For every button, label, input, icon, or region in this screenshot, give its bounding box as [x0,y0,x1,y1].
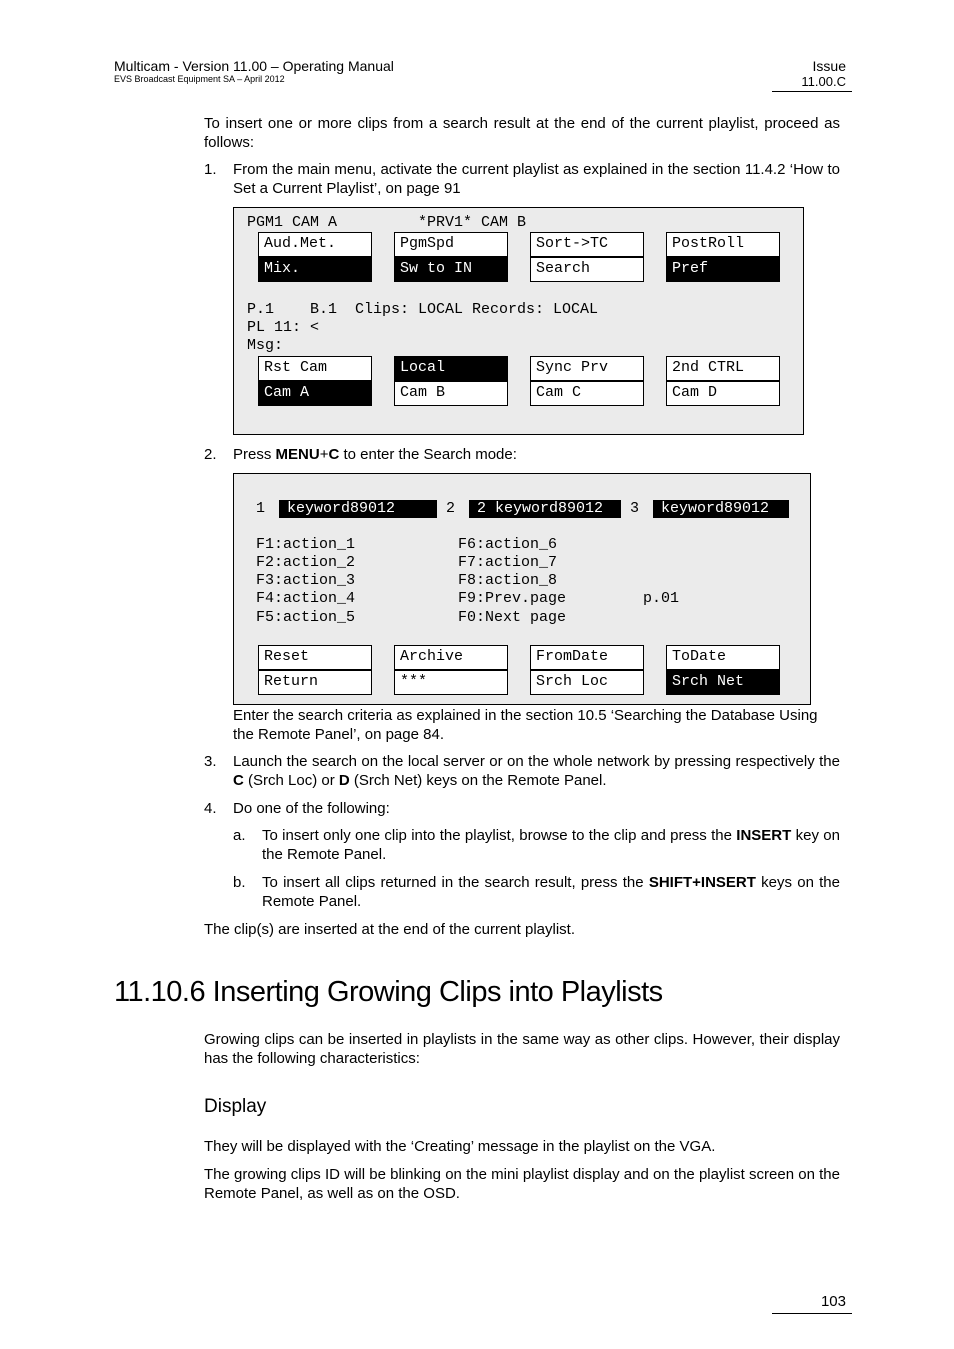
action-f6: F6:action_6 [458,536,558,553]
action-f5: F5:action_5 [256,609,356,626]
status-line-playlist: PL 11: < [247,319,320,336]
page-indicator: p.01 [643,590,680,607]
step-text-part: (Srch Loc) or [243,772,339,789]
key-mix[interactable]: Mix. [258,257,372,282]
step-text: From the main menu, activate the current… [233,161,840,197]
keyword-field-1[interactable]: keyword89012 [279,500,437,518]
step-number: 3. [204,753,217,770]
section-intro: Growing clips can be inserted in playlis… [204,1031,840,1067]
key-return[interactable]: Return [258,670,372,695]
substep-letter: b. [233,874,246,891]
section-heading: 11.10.6 Inserting Growing Clips into Pla… [114,976,663,1008]
keyword-index-3: 3 [630,500,640,517]
key-archive[interactable]: Archive [394,645,508,670]
key-pgmspd[interactable]: PgmSpd [394,232,508,257]
key-2nd-ctrl[interactable]: 2nd CTRL [666,356,780,381]
key-rst-cam[interactable]: Rst Cam [258,356,372,381]
display-paragraph-1: They will be displayed with the ‘Creatin… [204,1138,716,1155]
key-cam-c[interactable]: Cam C [530,381,644,406]
keyword-field-2[interactable]: 2 keyword89012 [469,500,621,518]
step-text: Press MENU+C to enter the Search mode: [233,445,840,464]
issue-value: 11.00.C [801,74,846,89]
key-sort-tc[interactable]: Sort->TC [530,232,644,257]
step-text-part: (Srch Net) keys on the Remote Panel. [349,772,607,789]
action-f3: F3:action_3 [256,572,356,589]
footer-rule [772,1313,852,1314]
key-name-insert: INSERT [736,827,792,844]
key-reset[interactable]: Reset [258,645,372,670]
subsection-heading: Display [204,1096,267,1117]
remote-panel-screen-search: 1 keyword89012 2 2 keyword89012 3 keywor… [233,473,811,705]
key-name-shift-insert: SHIFT+INSERT [648,874,756,891]
issue-label: Issue [812,58,846,74]
status-line-clips: P.1 B.1 Clips: LOCAL Records: LOCAL [247,301,599,318]
key-postroll[interactable]: PostRoll [666,232,780,257]
intro-paragraph: To insert one or more clips from a searc… [204,115,840,151]
step-number: 2. [204,446,217,463]
page-number: 103 [820,1293,846,1310]
status-line-msg: Msg: [247,337,284,354]
key-srch-net[interactable]: Srch Net [666,670,780,695]
step-text-part: to enter the Search mode: [339,446,517,463]
search-criteria-note: Enter the search criteria as explained i… [233,707,818,743]
screen-top-line: PGM1 CAM A *PRV1* CAM B [247,214,527,231]
keyword-index-1: 1 [256,500,266,517]
header-rule [772,91,852,92]
substep-text: To insert all clips returned in the sear… [262,873,840,911]
key-cam-a[interactable]: Cam A [258,381,372,406]
key-cam-d[interactable]: Cam D [666,381,780,406]
action-f9: F9:Prev.page [458,590,567,607]
substep-text-part: To insert all clips returned in the sear… [262,874,649,891]
result-paragraph: The clip(s) are inserted at the end of t… [204,921,576,938]
action-f4: F4:action_4 [256,590,356,607]
substep-text: To insert only one clip into the playlis… [262,826,840,864]
key-stars[interactable]: *** [394,670,508,695]
action-f0: F0:Next page [458,609,567,626]
key-pref[interactable]: Pref [666,257,780,282]
action-f8: F8:action_8 [458,572,558,589]
key-name-d: D [338,772,350,789]
action-f2: F2:action_2 [256,554,356,571]
key-local[interactable]: Local [394,356,508,381]
key-aud-met[interactable]: Aud.Met. [258,232,372,257]
keyword-index-2: 2 [446,500,456,517]
substep-letter: a. [233,827,246,844]
keyword-field-3[interactable]: keyword89012 [653,500,789,518]
key-search[interactable]: Search [530,257,644,282]
key-sw-to-in[interactable]: Sw to IN [394,257,508,282]
substep-text-part: To insert only one clip into the playlis… [262,827,737,844]
action-f7: F7:action_7 [458,554,558,571]
step-text-part: Launch the search on the local server or… [233,753,840,770]
step-text: Do one of the following: [233,800,390,817]
key-cam-b[interactable]: Cam B [394,381,508,406]
document-title: Multicam - Version 11.00 – Operating Man… [114,58,394,74]
remote-panel-screen-main: PGM1 CAM A *PRV1* CAM B Aud.Met. PgmSpd … [233,207,804,435]
action-f1: F1:action_1 [256,536,356,553]
key-fromdate[interactable]: FromDate [530,645,644,670]
step-number: 4. [204,800,217,817]
step-number: 1. [204,161,217,178]
key-todate[interactable]: ToDate [666,645,780,670]
key-name-c: C [233,772,244,789]
key-sync-prv[interactable]: Sync Prv [530,356,644,381]
step-text: Launch the search on the local server or… [233,752,840,790]
step-text-part: Press [233,446,276,463]
key-name-menu: MENU [275,446,320,463]
key-name-c: C [328,446,340,463]
display-paragraph-2: The growing clips ID will be blinking on… [204,1166,840,1202]
key-srch-loc[interactable]: Srch Loc [530,670,644,695]
document-subtitle: EVS Broadcast Equipment SA – April 2012 [114,74,285,84]
